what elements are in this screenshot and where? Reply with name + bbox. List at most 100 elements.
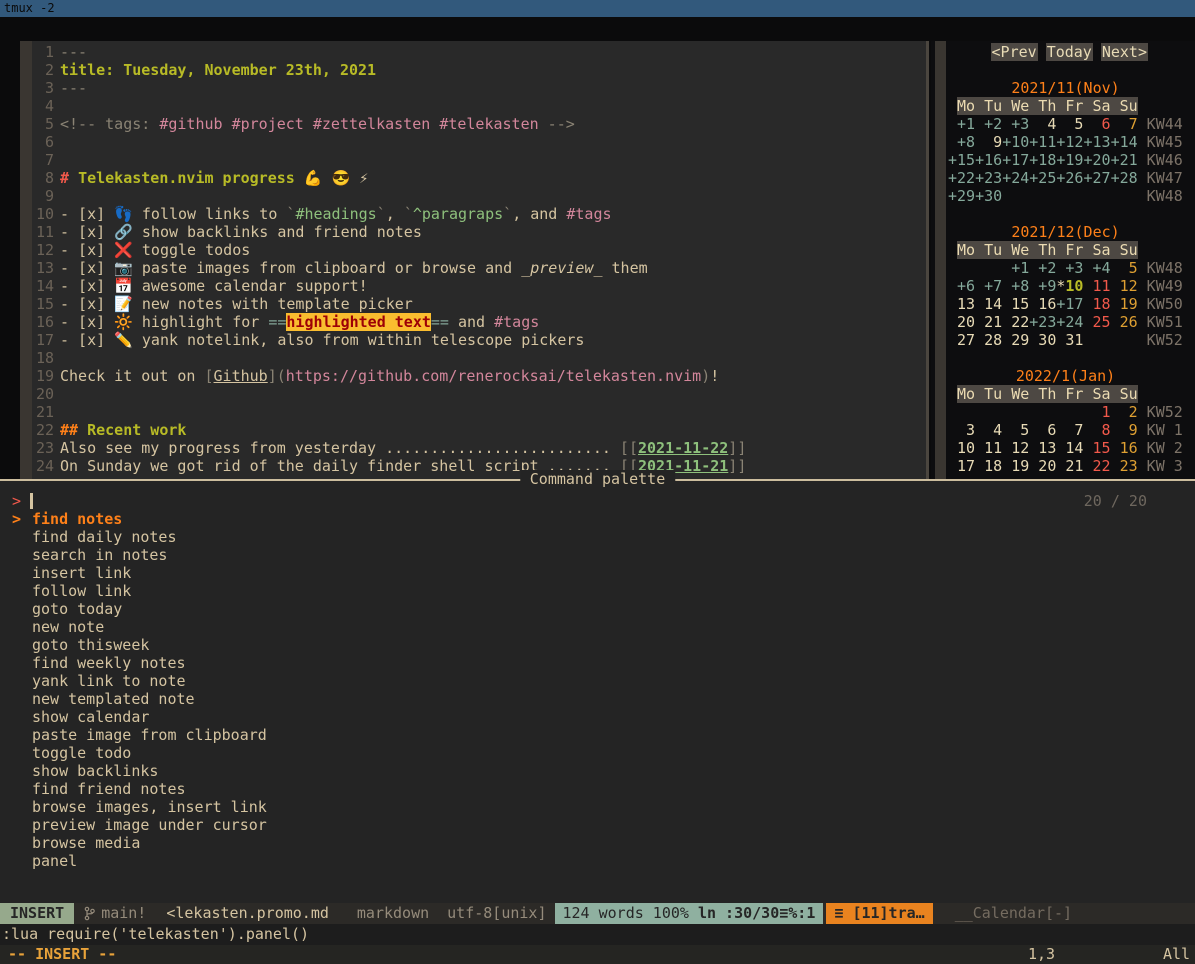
calendar-day[interactable]: +6 bbox=[948, 277, 975, 295]
calendar-day[interactable]: 7 bbox=[1111, 115, 1138, 133]
palette-item[interactable]: goto today bbox=[0, 600, 1195, 618]
calendar-day[interactable]: 28 bbox=[975, 331, 1002, 349]
date-link[interactable]: 2021-11-22 bbox=[638, 439, 728, 457]
calendar-day[interactable]: +28 bbox=[1111, 169, 1138, 187]
calendar-day[interactable]: +1 bbox=[948, 115, 975, 133]
calendar-day[interactable]: +9 bbox=[1029, 277, 1056, 295]
calendar-day[interactable]: +27 bbox=[1083, 169, 1110, 187]
calendar-day[interactable]: 10 bbox=[948, 439, 975, 457]
palette-item[interactable]: show calendar bbox=[0, 708, 1195, 726]
command-line[interactable]: :lua require('telekasten').panel() bbox=[0, 924, 1195, 945]
calendar-day[interactable]: +8 bbox=[1002, 277, 1029, 295]
calendar-day[interactable]: +16 bbox=[975, 151, 1002, 169]
calendar-day[interactable]: 27 bbox=[948, 331, 975, 349]
calendar-day[interactable]: +15 bbox=[948, 151, 975, 169]
calendar-day[interactable]: 19 bbox=[1111, 295, 1138, 313]
calendar-day[interactable]: +10 bbox=[1002, 133, 1029, 151]
calendar-day[interactable]: 9 bbox=[1111, 421, 1138, 439]
calendar-day[interactable]: 12 bbox=[1002, 439, 1029, 457]
calendar-prev-button[interactable]: <Prev bbox=[991, 43, 1038, 61]
calendar-day[interactable]: 21 bbox=[975, 313, 1002, 331]
palette-item[interactable]: new note bbox=[0, 618, 1195, 636]
calendar-day[interactable]: +24 bbox=[1056, 313, 1083, 331]
calendar-day[interactable]: +17 bbox=[1056, 295, 1083, 313]
calendar-day[interactable]: 31 bbox=[1056, 331, 1083, 349]
calendar-day[interactable]: 30 bbox=[1029, 331, 1056, 349]
palette-item[interactable]: paste image from clipboard bbox=[0, 726, 1195, 744]
palette-item[interactable]: goto thisweek bbox=[0, 636, 1195, 654]
calendar-day[interactable]: 26 bbox=[1111, 313, 1138, 331]
palette-prompt-row[interactable]: > 20 / 20 bbox=[0, 492, 1195, 510]
command-palette[interactable]: Command palette > 20 / 20 >find notesfin… bbox=[0, 479, 1195, 920]
calendar-day[interactable]: +11 bbox=[1029, 133, 1056, 151]
calendar-day[interactable]: 29 bbox=[1002, 331, 1029, 349]
calendar-day[interactable]: 3 bbox=[948, 421, 975, 439]
calendar-day[interactable]: +20 bbox=[1083, 151, 1110, 169]
calendar-day[interactable]: +14 bbox=[1111, 133, 1138, 151]
calendar-day[interactable]: 7 bbox=[1056, 421, 1083, 439]
calendar-day[interactable]: 14 bbox=[975, 295, 1002, 313]
calendar-day[interactable]: 5 bbox=[1056, 115, 1083, 133]
calendar-day[interactable]: +23 bbox=[1029, 313, 1056, 331]
token-link[interactable]: Github bbox=[214, 367, 268, 385]
git-branch-name[interactable]: main! bbox=[101, 903, 146, 924]
calendar-day[interactable]: 6 bbox=[1029, 421, 1056, 439]
calendar-day[interactable]: 16 bbox=[1029, 295, 1056, 313]
calendar-day[interactable]: +13 bbox=[1083, 133, 1110, 151]
calendar-day[interactable]: 8 bbox=[1083, 421, 1110, 439]
calendar-day[interactable]: 2 bbox=[1111, 403, 1138, 421]
calendar-day[interactable]: 23 bbox=[1111, 457, 1138, 475]
calendar-day[interactable]: 11 bbox=[975, 439, 1002, 457]
calendar-day[interactable]: +30 bbox=[975, 187, 1002, 205]
calendar-day[interactable]: 15 bbox=[1002, 295, 1029, 313]
calendar-day[interactable]: +23 bbox=[975, 169, 1002, 187]
calendar-day[interactable]: 21 bbox=[1056, 457, 1083, 475]
calendar-day[interactable]: 18 bbox=[975, 457, 1002, 475]
palette-item[interactable]: toggle todo bbox=[0, 744, 1195, 762]
palette-item[interactable]: >find notes bbox=[0, 510, 1195, 528]
palette-item[interactable]: browse media bbox=[0, 834, 1195, 852]
calendar-day[interactable]: 13 bbox=[1029, 439, 1056, 457]
calendar-day[interactable]: +1 bbox=[1002, 259, 1029, 277]
calendar-day-today[interactable]: 10 bbox=[1065, 277, 1083, 295]
palette-item[interactable]: find friend notes bbox=[0, 780, 1195, 798]
editor-window[interactable]: 1---2title: Tuesday, November 23th, 2021… bbox=[20, 41, 927, 479]
palette-item[interactable]: find weekly notes bbox=[0, 654, 1195, 672]
calendar-day[interactable]: 19 bbox=[1002, 457, 1029, 475]
calendar-day[interactable]: 25 bbox=[1083, 313, 1110, 331]
calendar-day[interactable]: +19 bbox=[1056, 151, 1083, 169]
calendar-day[interactable]: +18 bbox=[1029, 151, 1056, 169]
calendar-day[interactable]: 17 bbox=[948, 457, 975, 475]
palette-item[interactable]: show backlinks bbox=[0, 762, 1195, 780]
calendar-day[interactable]: +25 bbox=[1029, 169, 1056, 187]
calendar-day[interactable]: 6 bbox=[1083, 115, 1110, 133]
diagnostics-segment[interactable]: ≡ [11]tra… bbox=[826, 903, 932, 924]
calendar-day[interactable]: +3 bbox=[1056, 259, 1083, 277]
calendar-day[interactable]: +29 bbox=[948, 187, 975, 205]
calendar-day[interactable]: +12 bbox=[1056, 133, 1083, 151]
calendar-day[interactable]: 18 bbox=[1083, 295, 1110, 313]
calendar-day[interactable]: 5 bbox=[1002, 421, 1029, 439]
calendar-day[interactable]: +3 bbox=[1002, 115, 1029, 133]
palette-item[interactable]: browse images, insert link bbox=[0, 798, 1195, 816]
calendar-day[interactable]: 12 bbox=[1111, 277, 1138, 295]
calendar-day[interactable]: 9 bbox=[975, 133, 1002, 151]
url-link[interactable]: https://github.com/renerocksai/telekaste… bbox=[286, 367, 701, 385]
calendar-day[interactable]: 13 bbox=[948, 295, 975, 313]
calendar-day[interactable]: +26 bbox=[1056, 169, 1083, 187]
calendar-next-button[interactable]: Next> bbox=[1101, 43, 1148, 61]
calendar-window[interactable]: <Prev Today Next> 2021/11(Nov) Mo Tu We … bbox=[931, 41, 1195, 479]
calendar-day[interactable]: +2 bbox=[1029, 259, 1056, 277]
calendar-day[interactable]: +22 bbox=[948, 169, 975, 187]
calendar-day[interactable]: 20 bbox=[1029, 457, 1056, 475]
calendar-day[interactable]: 4 bbox=[1029, 115, 1056, 133]
calendar-day[interactable]: +7 bbox=[975, 277, 1002, 295]
calendar-day[interactable]: 22 bbox=[1083, 457, 1110, 475]
calendar-today-button[interactable]: Today bbox=[1046, 43, 1093, 61]
filename-label[interactable]: <lekasten.promo.md bbox=[166, 903, 329, 924]
calendar-day[interactable]: 16 bbox=[1111, 439, 1138, 457]
calendar-day[interactable]: 15 bbox=[1083, 439, 1110, 457]
calendar-day[interactable]: 20 bbox=[948, 313, 975, 331]
palette-item[interactable]: follow link bbox=[0, 582, 1195, 600]
palette-item[interactable]: insert link bbox=[0, 564, 1195, 582]
